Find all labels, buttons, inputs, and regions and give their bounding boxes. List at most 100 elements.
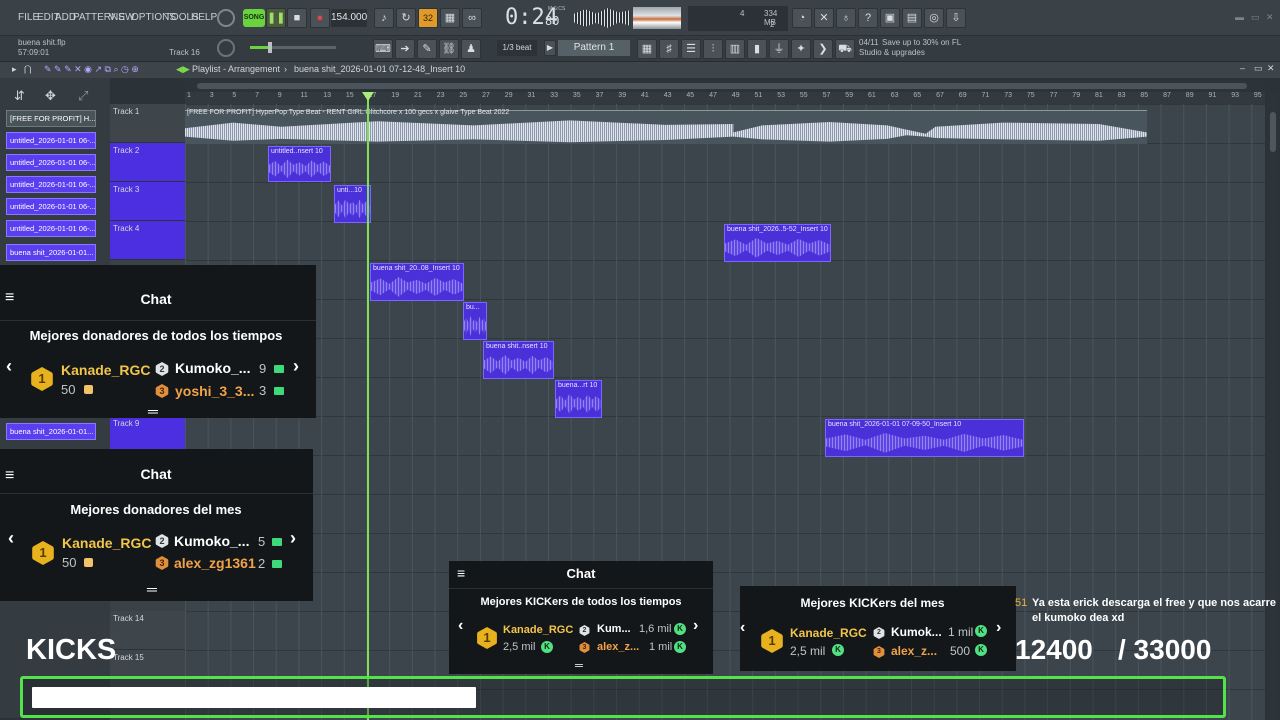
audio-clip[interactable]: unti...10 [334,185,371,223]
audio-clip[interactable]: buena...rt 10 [555,380,602,418]
window-maximize-icon[interactable]: ▭ [1251,12,1260,23]
step-edit-icon[interactable]: ▦ [440,8,460,28]
volume-slider[interactable] [250,42,336,53]
ruler-tick: 19 [391,92,400,99]
picker-item[interactable]: [FREE FOR PROFIT] H... [6,110,96,127]
prev-arrow-icon[interactable]: ‹ [458,617,463,635]
oscilloscope [574,8,630,28]
audio-clip[interactable]: bu... [463,302,487,340]
picker-item[interactable]: untitled_2026-01-01 06-... [6,132,96,149]
window-minimize-icon[interactable]: ▬ [1235,12,1244,22]
save-icon[interactable]: ▣ [880,8,900,28]
pitch-knob[interactable] [217,39,235,57]
play-icon[interactable]: ❚❚ [266,8,286,28]
pattern-prev-icon[interactable]: ▶ [544,40,556,56]
audio-clip[interactable]: untitled..nsert 10 [268,146,331,182]
fx-icon[interactable]: ❯ [813,39,833,59]
chat-icon[interactable]: ◎ [924,8,944,28]
playhead[interactable] [367,92,369,720]
piano-roll-icon[interactable]: ♯ [659,39,679,59]
menu-file[interactable]: FILE [18,12,39,23]
track-header-4[interactable]: Track 4 [110,221,185,260]
mixer-icon[interactable]: ⫶ [703,39,723,59]
collapse-icon[interactable]: ═ [148,403,158,419]
metronome-icon[interactable]: ♪ [374,8,394,28]
microphone-icon[interactable]: ♁ [836,8,856,28]
picker-item[interactable]: untitled_2026-01-01 06-... [6,220,96,237]
horizontal-scrollbar[interactable] [185,80,1265,92]
clock-icon[interactable]: ◔ [792,8,812,28]
next-arrow-icon[interactable]: › [293,356,299,377]
audio-clip[interactable]: buena shit_20..08_Insert 10 [370,263,464,301]
silver-medal-icon: 2 [155,362,169,376]
picker-item[interactable]: buena shit_2026-01-01... [6,244,96,261]
collapse-icon[interactable]: ═ [575,660,583,672]
arrow-icon[interactable]: ➔ [395,39,415,59]
record-icon[interactable]: ● [310,8,330,28]
tempo-display[interactable]: 154.000 [331,9,367,27]
picker-item[interactable]: untitled_2026-01-01 06-... [6,176,96,193]
picker-move-icon[interactable]: ✥ [45,88,56,104]
cpu-panel: 4 334 MB 2 [688,6,788,31]
audio-clip[interactable]: buena shit_2026..5-52_Insert 10 [724,224,831,262]
stop-icon[interactable]: ■ [287,8,307,28]
prev-arrow-icon[interactable]: ‹ [8,528,14,549]
plug-icon[interactable]: ⏚ [769,39,789,59]
channel-rack-icon[interactable]: ☰ [681,39,701,59]
magnet-icon[interactable]: ⋂ [24,64,31,75]
track-header-14[interactable]: Track 14 [110,611,185,650]
keyboard-icon[interactable]: ⌨ [373,39,393,59]
next-arrow-icon[interactable]: › [996,619,1001,637]
export-icon[interactable]: ▤ [902,8,922,28]
picker-collapse-icon[interactable]: ⇵ [14,88,25,104]
playlist-menu-icon[interactable]: ▸ [12,64,17,75]
news-line-2[interactable]: Studio & upgrades [859,48,925,57]
plugin-icon[interactable]: ▮ [747,39,767,59]
timeline-ruler[interactable]: 1 3 5 7 9 11 13 15 17 19 21 23 25 27 29 31 33 35 37 39 41 43 4… [185,92,1265,104]
loop-record-icon[interactable]: ∞ [462,8,482,28]
prev-arrow-icon[interactable]: ‹ [6,356,12,377]
track-header-3[interactable]: Track 3 [110,182,185,221]
prev-arrow-icon[interactable]: ‹ [740,619,745,637]
audio-clip[interactable]: buena shit..nsert 10 [483,341,554,379]
download-icon[interactable]: ⇩ [946,8,966,28]
browser-icon[interactable]: ▥ [725,39,745,59]
cart-icon[interactable]: ⛟ [835,39,855,59]
playhead-marker-icon[interactable] [362,92,374,101]
collapse-icon[interactable]: ═ [147,581,157,597]
playlist-maximize-icon[interactable]: ▭ [1254,63,1263,74]
news-line-1[interactable]: Save up to 30% on FL [882,38,961,47]
playlist-arrows-icon[interactable]: ◀▶ [176,64,190,75]
link-icon[interactable]: ⛓ [439,39,459,59]
pencil-icon[interactable]: ✎ [417,39,437,59]
next-arrow-icon[interactable]: › [693,617,698,635]
chat-title: Chat [140,291,172,307]
snap-selector[interactable]: 1/3 beat [497,40,537,56]
pattern-counter[interactable]: 32 [418,8,438,28]
picker-item[interactable]: untitled_2026-01-01 06-... [6,198,96,215]
bronze-medal-icon: 3 [873,646,885,658]
menu-help[interactable]: HELP [191,12,217,23]
track-header-2[interactable]: Track 2 [110,143,185,182]
playlist-minimize-icon[interactable]: ‒ [1240,63,1245,73]
picker-resize-icon[interactable]: ⤢ [78,88,88,104]
audio-clip[interactable]: buena shit_2026-01-01 07-09-50_Insert 10 [825,419,1024,457]
news-counter: 04/11 [859,38,879,47]
next-arrow-icon[interactable]: › [290,528,296,549]
wait-icon[interactable]: ↻ [396,8,416,28]
pattern-selector[interactable]: Pattern 1 [558,40,630,56]
help-icon[interactable]: ? [858,8,878,28]
playlist-icon[interactable]: ▦ [637,39,657,59]
track-header-1[interactable]: Track 1 [110,104,185,143]
window-close-icon[interactable]: ✕ [1266,12,1274,23]
song-mode-button[interactable]: SONG [243,9,265,27]
draw-tool-icon[interactable]: ✎ ✎ ✎ ✕ ◉ ↗ ⧉ ⌕ ◷ ⊕ [44,64,139,75]
audio-clip-main[interactable]: [FREE FOR PROFIT] HyperPop Type Beat - R… [185,109,1147,144]
stamp-icon[interactable]: ♟ [461,39,481,59]
master-volume-knob[interactable] [217,9,235,27]
wrench-icon[interactable]: ✦ [791,39,811,59]
playlist-close-icon[interactable]: ✕ [1267,63,1275,74]
picker-item[interactable]: buena shit_2026-01-01... [6,423,96,440]
picker-item[interactable]: untitled_2026-01-01 06-... [6,154,96,171]
tools-icon[interactable]: ✕ [814,8,834,28]
